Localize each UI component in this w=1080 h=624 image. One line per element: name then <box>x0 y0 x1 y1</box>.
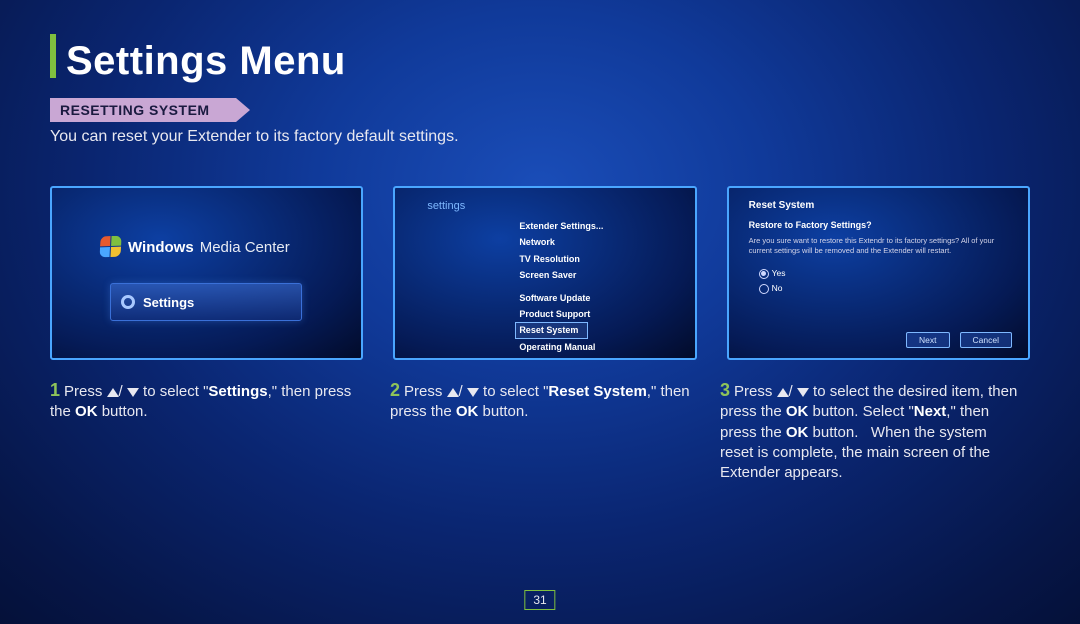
dialog-subtitle: Restore to Factory Settings? <box>749 220 872 230</box>
radio-unselected-icon <box>759 284 769 294</box>
down-arrow-icon <box>127 388 139 397</box>
logo-text-light: Media Center <box>200 239 290 256</box>
list-item: Product Support <box>515 306 607 322</box>
list-item-selected: Reset System <box>515 322 588 338</box>
up-arrow-icon <box>777 388 789 397</box>
list-item: TV Resolution <box>515 251 607 267</box>
step-number: 2 <box>390 380 400 400</box>
screenshot-2: settings Extender Settings... Network TV… <box>393 186 696 360</box>
up-arrow-icon <box>107 388 119 397</box>
step-1: 1Press / to select "Settings," then pres… <box>50 378 360 483</box>
list-item: Screen Saver <box>515 267 607 283</box>
list-item: Network <box>515 234 607 250</box>
down-arrow-icon <box>797 388 809 397</box>
dialog-body: Are you sure want to restore this Extend… <box>749 236 1016 256</box>
dialog-buttons: Next Cancel <box>906 332 1012 348</box>
step-number: 3 <box>720 380 730 400</box>
up-arrow-icon <box>447 388 459 397</box>
next-button: Next <box>906 332 949 348</box>
step-3: 3Press / to select the desired item, the… <box>720 378 1020 483</box>
screenshot-1: Windows Media Center Settings <box>50 186 363 360</box>
radio-yes: Yes <box>759 266 786 281</box>
gear-icon <box>121 295 135 309</box>
page-number: 31 <box>524 590 555 610</box>
instruction-steps: 1Press / to select "Settings," then pres… <box>50 378 1030 483</box>
logo-text-strong: Windows <box>128 239 194 256</box>
screenshot-3: Reset System Restore to Factory Settings… <box>727 186 1030 360</box>
title-row: Settings Menu <box>50 30 1030 84</box>
radio-selected-icon <box>759 269 769 279</box>
settings-list: Extender Settings... Network TV Resoluti… <box>515 218 607 355</box>
step-2: 2Press / to select "Reset System," then … <box>390 378 690 483</box>
dialog-title: Reset System <box>749 200 815 211</box>
manual-page: Settings Menu RESETTING SYSTEM You can r… <box>0 0 1080 624</box>
accent-bar <box>50 34 56 78</box>
cancel-button: Cancel <box>960 332 1012 348</box>
windows-flag-icon <box>99 236 122 259</box>
step-number: 1 <box>50 380 60 400</box>
list-item: Software Update <box>515 290 607 306</box>
radio-group: Yes No <box>759 266 786 297</box>
page-title: Settings Menu <box>66 39 346 84</box>
intro-text: You can reset your Extender to its facto… <box>50 128 1030 146</box>
list-item: Operating Manual <box>515 339 607 355</box>
settings-header: settings <box>427 200 465 212</box>
list-item: Extender Settings... <box>515 218 607 234</box>
settings-tile-label: Settings <box>143 295 194 310</box>
screenshots-row: Windows Media Center Settings settings E… <box>50 186 1030 360</box>
section-label: RESETTING SYSTEM <box>50 98 236 122</box>
radio-no: No <box>759 281 786 296</box>
down-arrow-icon <box>467 388 479 397</box>
settings-tile: Settings <box>110 283 302 321</box>
wmc-logo: Windows Media Center <box>100 236 290 258</box>
